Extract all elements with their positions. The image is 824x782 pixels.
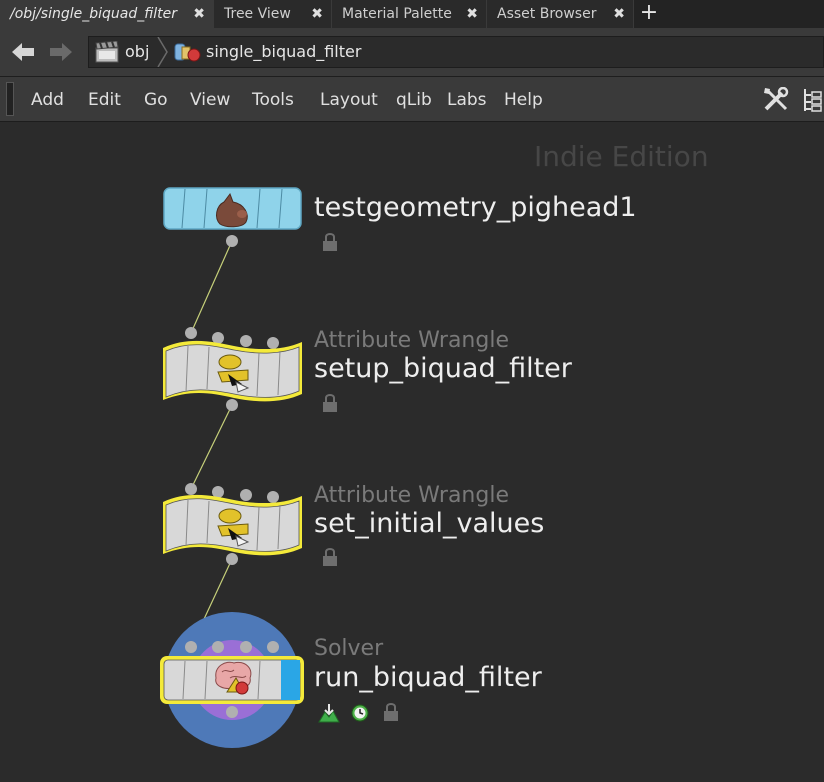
wire[interactable] [190, 240, 233, 334]
node-type: Attribute Wrangle [314, 328, 509, 353]
forward-arrow-icon[interactable] [48, 40, 74, 64]
breadcrumb: obj single_biquad_filter [88, 36, 824, 68]
output-connector[interactable] [226, 235, 238, 247]
back-arrow-icon[interactable] [10, 40, 36, 64]
node-name[interactable]: testgeometry_pighead1 [314, 192, 637, 223]
lock-icon[interactable] [321, 232, 339, 252]
lock-icon[interactable] [382, 702, 400, 722]
menu-view[interactable]: View [190, 77, 230, 121]
tab-label: Tree View [224, 6, 291, 22]
node-type: Attribute Wrangle [314, 483, 509, 508]
node-setup-biquad-filter[interactable] [163, 327, 302, 411]
node-run-biquad-filter[interactable] [160, 612, 304, 748]
input-connector[interactable] [212, 641, 224, 653]
tree-list-icon[interactable] [802, 87, 822, 113]
solver-flag[interactable] [281, 660, 300, 700]
lock-icon[interactable] [321, 547, 339, 567]
menu-labs[interactable]: Labs [447, 77, 487, 121]
cook-landscape-icon[interactable] [318, 703, 340, 723]
node-testgeometry-pighead1[interactable] [163, 187, 302, 247]
close-icon[interactable]: ✖ [193, 0, 205, 28]
node-name[interactable]: run_biquad_filter [314, 662, 542, 693]
menu-edit[interactable]: Edit [88, 77, 121, 121]
input-connector[interactable] [240, 641, 252, 653]
input-connector[interactable] [267, 337, 279, 349]
menu-qlib[interactable]: qLib [396, 77, 432, 121]
tab-tree-view[interactable]: Tree View ✖ [214, 0, 332, 28]
tab-asset-browser[interactable]: Asset Browser ✖ [487, 0, 634, 28]
lock-icon[interactable] [321, 393, 339, 413]
close-icon[interactable]: ✖ [311, 0, 323, 28]
toolbar-handle[interactable] [6, 82, 14, 116]
node-set-initial-values[interactable] [163, 483, 302, 565]
menu-bar: Add Edit Go View Tools Layout qLib Labs … [0, 77, 824, 122]
node-type: Solver [314, 636, 384, 661]
node-name[interactable]: setup_biquad_filter [314, 353, 572, 384]
breadcrumb-separator-icon [157, 37, 168, 67]
close-icon[interactable]: ✖ [466, 0, 478, 28]
input-connector[interactable] [240, 335, 252, 347]
menu-tools[interactable]: Tools [252, 77, 294, 121]
menu-layout[interactable]: Layout [320, 77, 378, 121]
input-connector[interactable] [267, 491, 279, 503]
output-connector[interactable] [226, 706, 238, 718]
time-dependent-clock-icon[interactable] [351, 704, 369, 722]
wire[interactable] [190, 404, 233, 490]
clapperboard-icon [95, 41, 119, 63]
close-icon[interactable]: ✖ [613, 0, 625, 28]
breadcrumb-obj[interactable]: obj [125, 37, 149, 67]
tab-label: Material Palette [342, 6, 452, 22]
tab-material-palette[interactable]: Material Palette ✖ [332, 0, 487, 28]
breadcrumb-current[interactable]: single_biquad_filter [206, 37, 361, 67]
output-connector[interactable] [226, 553, 238, 565]
tab-label: /obj/single_biquad_filter [10, 6, 178, 22]
input-connector[interactable] [212, 486, 224, 498]
wrench-screwdriver-icon[interactable] [762, 87, 790, 113]
output-connector[interactable] [226, 399, 238, 411]
node-name[interactable]: set_initial_values [314, 508, 544, 539]
input-connector[interactable] [267, 641, 279, 653]
network-editor[interactable]: Indie Edition testgeometry_pighead1 Attr… [4, 122, 824, 782]
menu-add[interactable]: Add [31, 77, 64, 121]
tab-label: Asset Browser [497, 6, 597, 22]
add-tab-button[interactable]: + [638, 0, 660, 28]
menu-help[interactable]: Help [504, 77, 543, 121]
path-bar: obj single_biquad_filter [0, 28, 824, 77]
input-connector[interactable] [185, 483, 197, 495]
menu-go[interactable]: Go [144, 77, 168, 121]
tab-bar: /obj/single_biquad_filter ✖ Tree View ✖ … [0, 0, 824, 28]
input-connector[interactable] [185, 327, 197, 339]
tab-network-view[interactable]: /obj/single_biquad_filter ✖ [0, 0, 214, 28]
subnet-icon [174, 43, 201, 62]
input-connector[interactable] [185, 641, 197, 653]
input-connector[interactable] [212, 332, 224, 344]
input-connector[interactable] [240, 489, 252, 501]
